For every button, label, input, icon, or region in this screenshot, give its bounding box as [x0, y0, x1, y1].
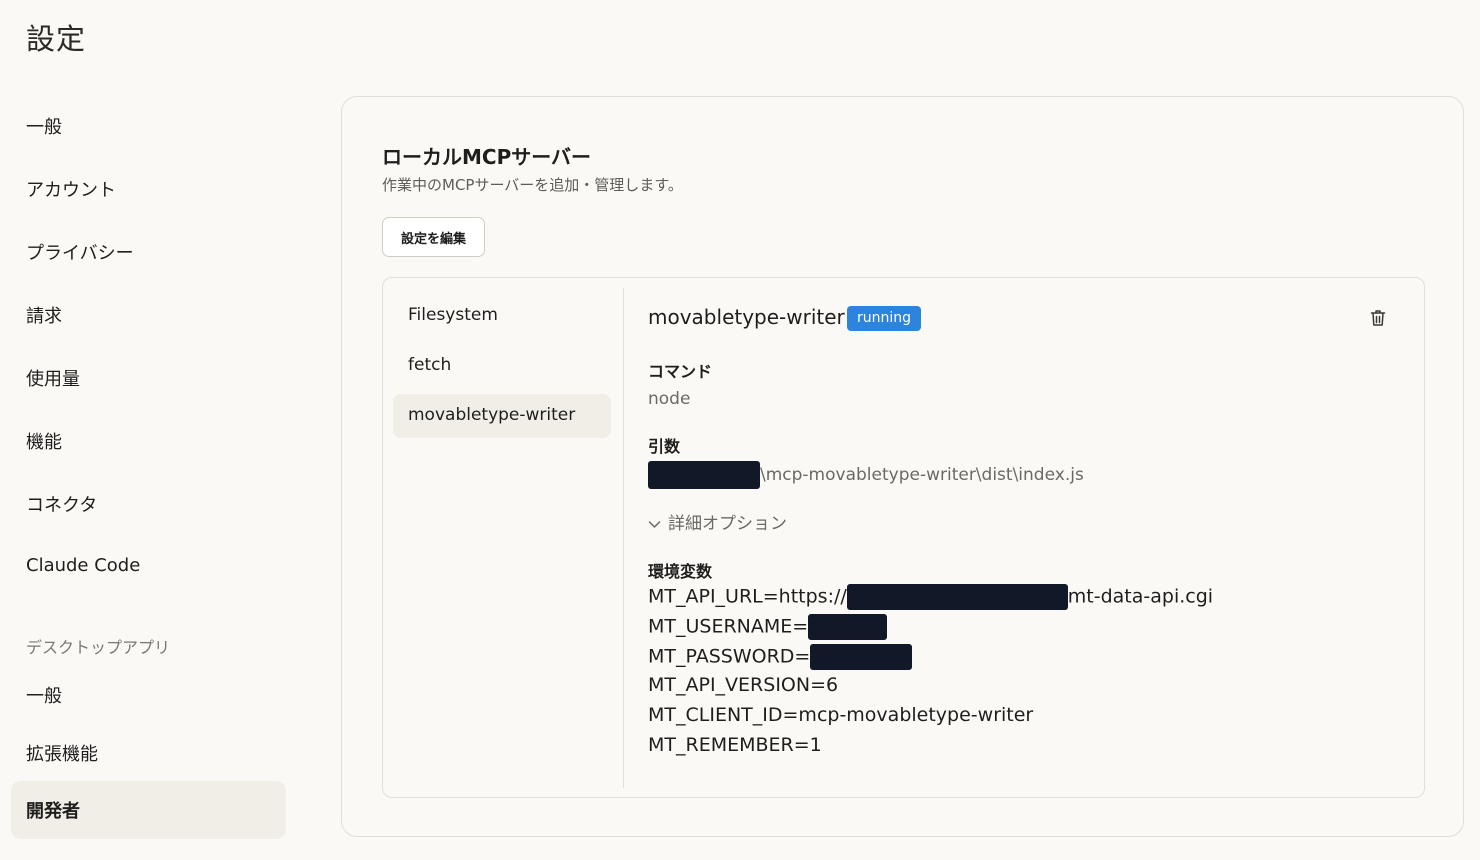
server-item-fetch[interactable]: fetch	[393, 344, 611, 388]
server-item-movabletype-writer[interactable]: movabletype-writer	[393, 394, 611, 438]
args-text: \mcp-movabletype-writer\dist\index.js	[760, 465, 1084, 485]
env-username: MT_USERNAME=	[648, 614, 888, 642]
env-password: MT_PASSWORD=	[648, 644, 913, 672]
env-api-url-key: MT_API_URL=https://	[648, 585, 847, 608]
server-detail-title: movabletype-writer	[648, 305, 845, 329]
env-api-url-suffix: mt-data-api.cgi	[1067, 585, 1214, 608]
server-panel: Filesystem fetch movabletype-writer mova…	[382, 277, 1425, 798]
section-subtitle: 作業中のMCPサーバーを追加・管理します。	[382, 176, 683, 194]
sidebar-item-connectors[interactable]: コネクタ	[26, 491, 97, 517]
panel-divider	[623, 288, 624, 788]
args-value: \mcp-movabletype-writer\dist\index.js	[648, 461, 1084, 489]
command-label: コマンド	[648, 362, 713, 381]
sidebar-item-privacy[interactable]: プライバシー	[26, 239, 134, 265]
sidebar-item-desktop-general[interactable]: 一般	[26, 682, 62, 708]
sidebar-item-developer-label: 開発者	[26, 801, 80, 822]
sidebar-item-account[interactable]: アカウント	[26, 176, 116, 202]
env-username-key: MT_USERNAME=	[648, 615, 809, 638]
edit-config-button[interactable]: 設定を編集	[382, 217, 485, 257]
server-item-filesystem[interactable]: Filesystem	[393, 294, 611, 338]
command-value: node	[648, 389, 691, 409]
sidebar-item-billing[interactable]: 請求	[26, 302, 62, 328]
env-api-version: MT_API_VERSION=6	[648, 674, 839, 696]
env-password-key: MT_PASSWORD=	[648, 645, 811, 668]
sidebar-item-features[interactable]: 機能	[26, 428, 62, 454]
redacted-block	[808, 614, 888, 640]
redacted-block	[810, 644, 913, 670]
env-label: 環境変数	[648, 562, 713, 581]
redacted-block	[846, 584, 1068, 610]
env-api-url: MT_API_URL=https:// mt-data-api.cgi	[648, 584, 1213, 612]
server-detail: movabletype-writer running コマンド node 引数 …	[648, 278, 1408, 799]
status-badge: running	[847, 306, 922, 331]
mcp-settings-card: ローカルMCPサーバー 作業中のMCPサーバーを追加・管理します。 設定を編集 …	[341, 96, 1464, 837]
advanced-options-label: 詳細オプション	[668, 514, 787, 534]
sidebar-section-desktop: デスクトップアプリ	[26, 638, 171, 657]
server-item-label: fetch	[408, 355, 452, 375]
section-title: ローカルMCPサーバー	[382, 145, 592, 169]
sidebar-item-extensions[interactable]: 拡張機能	[26, 740, 98, 766]
sidebar-item-developer[interactable]: 開発者	[11, 781, 286, 839]
server-item-label: Filesystem	[408, 305, 498, 325]
server-item-label: movabletype-writer	[408, 405, 576, 425]
trash-icon[interactable]	[1368, 308, 1388, 328]
advanced-options-toggle[interactable]: 詳細オプション	[648, 509, 787, 534]
env-remember: MT_REMEMBER=1	[648, 734, 822, 756]
chevron-down-icon	[648, 514, 662, 534]
sidebar: 一般 アカウント プライバシー 請求 使用量 機能 コネクタ Claude Co…	[0, 0, 300, 860]
args-label: 引数	[648, 437, 681, 456]
sidebar-item-claude-code[interactable]: Claude Code	[26, 555, 140, 576]
sidebar-item-general[interactable]: 一般	[26, 113, 62, 139]
redacted-block	[648, 461, 760, 489]
env-client-id: MT_CLIENT_ID=mcp-movabletype-writer	[648, 704, 1034, 726]
sidebar-item-usage[interactable]: 使用量	[26, 365, 80, 391]
